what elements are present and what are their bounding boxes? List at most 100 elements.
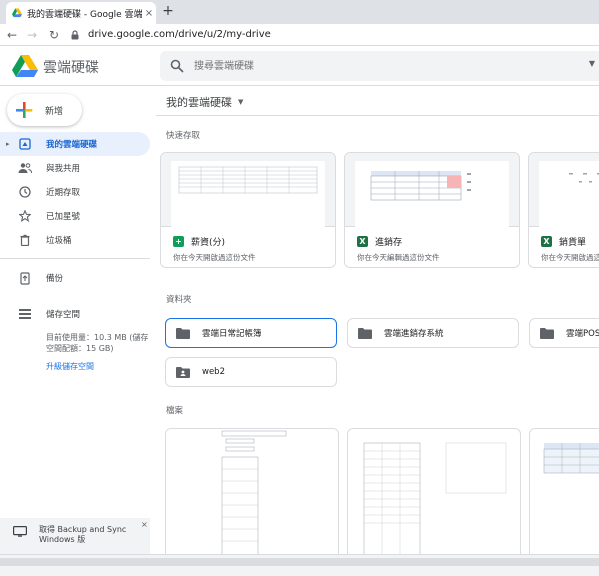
forward-icon[interactable]: →	[24, 27, 40, 43]
search-box[interactable]: ▼	[160, 51, 599, 81]
file-card[interactable]	[165, 428, 339, 554]
excel-icon: X	[357, 236, 368, 247]
thumbnail-page	[539, 161, 599, 227]
folder-item[interactable]: 雲端日常記帳簿	[165, 318, 337, 348]
excel-icon: X	[541, 236, 552, 247]
search-options-icon[interactable]: ▼	[589, 59, 595, 68]
folder-name: 雲端進銷存系統	[384, 329, 444, 339]
sidebar-item-my-drive[interactable]: ▸ 我的雲端硬碟	[0, 132, 150, 156]
folder-item[interactable]: 雲端進銷存系統	[347, 318, 519, 348]
file-name: 銷貨單	[559, 238, 587, 248]
back-icon[interactable]: ←	[4, 27, 20, 43]
search-icon[interactable]	[170, 59, 184, 73]
file-activity: 你在今天開啟過這份文件	[173, 253, 256, 262]
sheets-icon: +	[173, 236, 184, 247]
shared-people-icon	[18, 161, 32, 175]
sidebar-item-recent[interactable]: 近期存取	[0, 180, 150, 204]
main-content: 我的雲端硬碟 ▼ 快速存取 + 薪資(分) 你在今天開啟過這份文件 X 進銷存 …	[156, 86, 599, 554]
form-preview	[221, 430, 287, 554]
quick-access-card[interactable]: X 進銷存 你在今天編輯過這份文件	[344, 152, 520, 268]
browser-tab-strip: 我的雲端硬碟 - Google 雲端硬碟 × +	[0, 0, 599, 24]
breadcrumb-divider	[156, 115, 599, 116]
clock-icon	[18, 185, 32, 199]
sidebar-item-label: 我的雲端硬碟	[46, 140, 98, 150]
app-name[interactable]: 雲端硬碟	[43, 57, 99, 77]
breadcrumb[interactable]: 我的雲端硬碟 ▼	[166, 94, 243, 110]
browser-tab-title: 我的雲端硬碟 - Google 雲端硬碟	[27, 9, 142, 20]
expand-arrow-icon[interactable]: ▸	[6, 140, 10, 148]
spreadsheet-preview	[543, 443, 599, 474]
document-preview	[569, 173, 599, 183]
star-icon	[18, 209, 32, 223]
scrollbar-thumb[interactable]	[0, 558, 599, 566]
sidebar-item-label: 已加星號	[46, 212, 81, 222]
sidebar: 新增 ▸ 我的雲端硬碟 與我共用 近期存取 已加星號 垃圾桶 備份 儲存空間 目…	[0, 86, 156, 554]
sidebar-item-backup[interactable]: 備份	[0, 266, 150, 290]
my-drive-icon	[18, 137, 32, 151]
sidebar-item-shared[interactable]: 與我共用	[0, 156, 150, 180]
files-heading: 檔案	[166, 406, 184, 416]
file-name: 進銷存	[375, 238, 403, 248]
sidebar-divider	[0, 258, 150, 259]
drive-header: 雲端硬碟 ▼	[0, 46, 599, 86]
chevron-down-icon: ▼	[238, 98, 244, 106]
sidebar-item-trash[interactable]: 垃圾桶	[0, 228, 150, 252]
quick-access-card[interactable]: X 銷貨單 你在今天開啟過這份文件	[528, 152, 599, 268]
thumbnail-page	[171, 161, 325, 227]
folder-item[interactable]: web2	[165, 357, 337, 387]
folder-name: 雲端POS系統	[566, 329, 599, 339]
folder-name: web2	[202, 367, 225, 377]
drive-logo-icon[interactable]	[12, 55, 38, 77]
backup-promo-line1: 取得 Backup and Sync	[39, 525, 127, 534]
file-activity: 你在今天編輯過這份文件	[357, 253, 440, 262]
upgrade-storage-link[interactable]: 升級儲存空間	[46, 361, 94, 372]
backup-sync-promo[interactable]: 取得 Backup and Sync Windows 版 ×	[0, 518, 150, 554]
search-input[interactable]	[194, 57, 554, 75]
new-tab-button[interactable]: +	[160, 3, 176, 21]
url-text: drive.google.com/drive/u/2/my-drive	[88, 29, 271, 40]
spreadsheet-preview	[178, 166, 318, 194]
drive-favicon-icon	[12, 8, 22, 18]
plus-icon	[16, 102, 33, 118]
page-title: 我的雲端硬碟	[166, 96, 232, 109]
quick-access-heading: 快速存取	[166, 131, 201, 141]
file-name: 薪資(分)	[191, 238, 226, 248]
storage-icon	[18, 307, 32, 321]
trash-icon	[18, 233, 32, 247]
sidebar-item-starred[interactable]: 已加星號	[0, 204, 150, 228]
file-thumbnail	[345, 153, 519, 227]
folders-heading: 資料夾	[166, 295, 192, 305]
spreadsheet-preview	[363, 442, 507, 554]
backup-icon	[18, 271, 32, 285]
file-card[interactable]	[347, 428, 521, 554]
monitor-icon	[13, 526, 27, 537]
browser-tab[interactable]: 我的雲端硬碟 - Google 雲端硬碟 ×	[6, 2, 156, 24]
folder-icon	[358, 327, 372, 339]
url-field[interactable]: drive.google.com/drive/u/2/my-drive	[70, 27, 271, 43]
reload-icon[interactable]: ↻	[46, 27, 62, 43]
folder-item[interactable]: 雲端POS系統	[529, 318, 599, 348]
sidebar-item-label: 與我共用	[46, 164, 81, 174]
file-thumbnail	[529, 153, 599, 227]
shared-folder-icon	[176, 366, 190, 378]
new-button-label: 新增	[45, 106, 64, 117]
folder-icon	[176, 327, 190, 339]
quick-access-card[interactable]: + 薪資(分) 你在今天開啟過這份文件	[160, 152, 336, 268]
folder-icon	[540, 327, 554, 339]
file-card[interactable]	[529, 428, 599, 554]
new-button[interactable]: 新增	[7, 94, 82, 126]
sidebar-item-label: 儲存空間	[46, 310, 81, 320]
close-icon[interactable]: ×	[141, 520, 148, 529]
backup-promo-line2: Windows 版	[39, 535, 86, 544]
file-activity: 你在今天開啟過這份文件	[541, 253, 599, 262]
horizontal-scrollbar[interactable]	[0, 554, 599, 576]
address-bar: ← → ↻ drive.google.com/drive/u/2/my-driv…	[0, 24, 599, 46]
folder-name: 雲端日常記帳簿	[202, 329, 262, 339]
spreadsheet-preview	[370, 171, 471, 201]
sidebar-item-label: 備份	[46, 274, 64, 284]
sidebar-item-storage[interactable]: 儲存空間	[0, 302, 150, 326]
tab-close-icon[interactable]: ×	[142, 8, 156, 19]
thumbnail-page	[355, 161, 509, 227]
lock-icon	[71, 30, 79, 40]
sidebar-item-label: 垃圾桶	[46, 236, 72, 246]
